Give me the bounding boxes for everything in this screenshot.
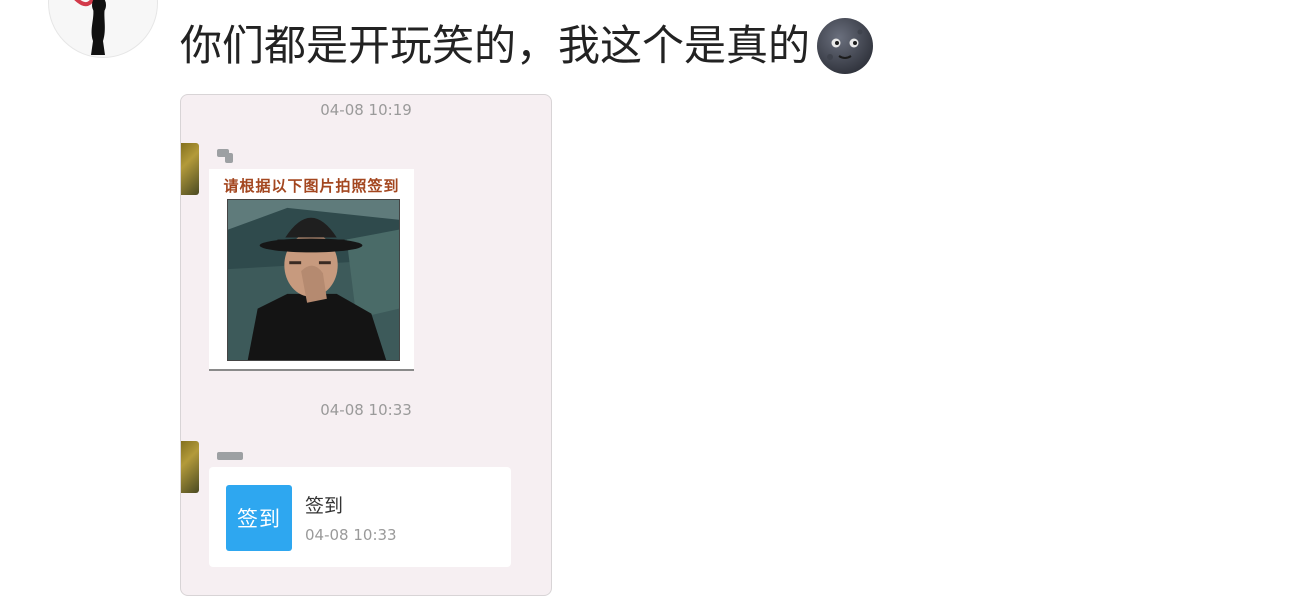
meme-image[interactable] xyxy=(227,199,400,361)
avatar[interactable] xyxy=(48,0,158,58)
checkin-card[interactable]: 签到 签到 04-08 10:33 xyxy=(209,467,511,567)
sender-avatar xyxy=(181,143,199,195)
chat-screenshot: 04-08 10:19 请根据以下图片拍照签到 04-08 10:33 签到 签… xyxy=(180,94,552,596)
message-timestamp: 04-08 10:19 xyxy=(320,101,412,119)
post-text-row: 你们都是开玩笑的，我这个是真的 xyxy=(180,16,874,76)
image-message[interactable]: 请根据以下图片拍照签到 xyxy=(209,169,414,371)
checkin-icon-label: 签到 xyxy=(237,507,281,531)
new-moon-face-emoji-icon xyxy=(817,18,874,74)
checkin-title: 签到 xyxy=(305,495,344,517)
sender-name-redacted-2 xyxy=(225,153,233,163)
image-caption: 请根据以下图片拍照签到 xyxy=(223,177,400,195)
post-text: 你们都是开玩笑的，我这个是真的 xyxy=(180,21,811,70)
avatar-figure-icon xyxy=(74,0,106,55)
checkin-time: 04-08 10:33 xyxy=(305,526,397,544)
message-timestamp: 04-08 10:33 xyxy=(320,401,412,419)
sender-name-redacted xyxy=(217,452,243,460)
checkin-icon: 签到 xyxy=(226,485,292,551)
sender-avatar xyxy=(181,441,199,493)
